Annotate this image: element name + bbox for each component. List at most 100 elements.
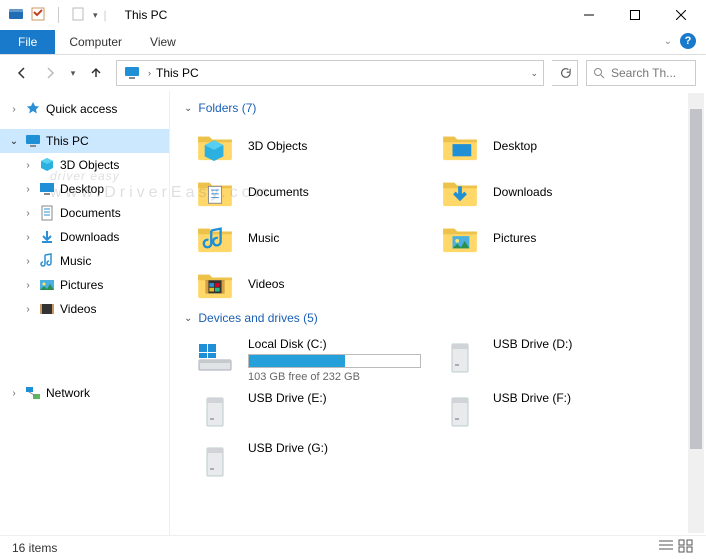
drive-icon (194, 441, 236, 483)
breadcrumb-this-pc[interactable]: This PC (154, 66, 201, 80)
view-details-icon[interactable] (658, 539, 674, 556)
folder-label: Desktop (493, 139, 537, 153)
drives-grid: Local Disk (C:)103 GB free of 232 GBUSB … (190, 333, 702, 487)
refresh-button[interactable] (552, 60, 578, 86)
folder-music[interactable]: Music (190, 215, 435, 261)
sidebar-item-music[interactable]: ›Music (0, 249, 169, 273)
chevron-down-icon[interactable]: ⌄ (184, 313, 192, 324)
qat-dropdown-icon[interactable]: ▾ (93, 10, 98, 21)
drive-label: USB Drive (G:) (248, 441, 421, 455)
search-input[interactable]: Search Th... (586, 60, 696, 86)
forward-button[interactable] (38, 61, 62, 85)
minimize-button[interactable] (566, 0, 612, 30)
properties-icon[interactable] (30, 6, 46, 25)
drive-usb-drive-d-[interactable]: USB Drive (D:) (435, 333, 680, 387)
drive-usb-drive-f-[interactable]: USB Drive (F:) (435, 387, 680, 437)
drive-usb-drive-e-[interactable]: USB Drive (E:) (190, 387, 435, 437)
chevron-right-icon[interactable]: › (22, 304, 34, 315)
sidebar-item-quick-access[interactable]: › Quick access (0, 97, 169, 121)
tab-computer[interactable]: Computer (55, 30, 136, 54)
scrollbar-thumb[interactable] (690, 109, 702, 449)
chevron-right-icon[interactable]: › (22, 208, 34, 219)
back-button[interactable] (10, 61, 34, 85)
sidebar-label: Videos (60, 302, 96, 316)
drive-icon (194, 391, 236, 433)
folder-videos[interactable]: Videos (190, 261, 435, 307)
sidebar-item-3d-objects[interactable]: ›3D Objects (0, 153, 169, 177)
view-icons-icon[interactable] (678, 539, 694, 556)
content-pane: ⌄ Folders (7) 3D Objects Desktop Documents… (170, 91, 706, 535)
navbar: ▾ › This PC ⌄ Search Th... (0, 55, 706, 91)
address-bar[interactable]: › This PC ⌄ (116, 60, 544, 86)
ribbon-expand-icon[interactable]: ⌄ (664, 36, 672, 47)
titlebar: ▾ | This PC (0, 0, 706, 30)
usage-bar (248, 354, 421, 368)
drive-label: USB Drive (D:) (493, 337, 666, 351)
folder-pictures[interactable]: Pictures (435, 215, 680, 261)
folder-icon (439, 171, 481, 213)
maximize-button[interactable] (612, 0, 658, 30)
drive-icon (439, 337, 481, 379)
chevron-down-icon[interactable]: ⌄ (184, 103, 192, 114)
folder-downloads[interactable]: Downloads (435, 169, 680, 215)
scrollbar[interactable] (688, 93, 704, 533)
folder-label: Music (248, 231, 279, 245)
tab-view[interactable]: View (136, 30, 190, 54)
sidebar-item-documents[interactable]: ›Documents (0, 201, 169, 225)
up-button[interactable] (84, 61, 108, 85)
folder-icon (38, 276, 56, 294)
drive-usb-drive-g-[interactable]: USB Drive (G:) (190, 437, 435, 487)
group-header-folders[interactable]: ⌄ Folders (7) (184, 101, 702, 115)
sidebar-item-videos[interactable]: › Videos (0, 297, 169, 321)
navigation-pane: › Quick access ⌄ This PC ›3D Objects›Des… (0, 91, 170, 535)
window-title: This PC (125, 8, 168, 22)
folder-documents[interactable]: Documents (190, 169, 435, 215)
close-button[interactable] (658, 0, 704, 30)
quick-access-icon (24, 100, 42, 118)
folder-icon (38, 228, 56, 246)
help-icon[interactable]: ? (680, 33, 696, 49)
folder-icon (194, 125, 236, 167)
folder-icon (194, 217, 236, 259)
folder-3d-objects[interactable]: 3D Objects (190, 123, 435, 169)
drive-label: USB Drive (F:) (493, 391, 666, 405)
folder-icon (38, 204, 56, 222)
chevron-right-icon[interactable]: › (8, 104, 20, 115)
group-header-label: Folders (7) (198, 101, 256, 115)
sidebar-item-this-pc[interactable]: ⌄ This PC (0, 129, 169, 153)
sidebar-item-downloads[interactable]: ›Downloads (0, 225, 169, 249)
new-folder-icon[interactable] (71, 6, 87, 25)
drive-local-disk-c-[interactable]: Local Disk (C:)103 GB free of 232 GB (190, 333, 435, 387)
folder-icon (38, 300, 56, 318)
sidebar-item-pictures[interactable]: › Pictures (0, 273, 169, 297)
search-icon (593, 67, 605, 79)
folder-label: Documents (248, 185, 309, 199)
ribbon-tabs: File Computer View ⌄ ? (0, 30, 706, 55)
folder-icon (38, 252, 56, 270)
address-history-icon[interactable]: ⌄ (527, 68, 541, 79)
chevron-right-icon[interactable]: › (22, 280, 34, 291)
chevron-right-icon[interactable]: › (145, 68, 154, 78)
folder-desktop[interactable]: Desktop (435, 123, 680, 169)
group-header-label: Devices and drives (5) (198, 311, 317, 325)
qat-separator (58, 7, 59, 23)
this-pc-icon (123, 64, 141, 82)
group-header-drives[interactable]: ⌄ Devices and drives (5) (184, 311, 702, 325)
recent-dropdown[interactable]: ▾ (66, 61, 80, 85)
chevron-right-icon[interactable]: › (8, 388, 20, 399)
folder-label: 3D Objects (248, 139, 307, 153)
this-pc-icon (24, 132, 42, 150)
chevron-right-icon[interactable]: › (22, 256, 34, 267)
sidebar-item-desktop[interactable]: ›Desktop (0, 177, 169, 201)
chevron-right-icon[interactable]: › (22, 160, 34, 171)
folder-label: Downloads (493, 185, 552, 199)
tab-file[interactable]: File (0, 30, 55, 54)
item-count: 16 items (12, 541, 57, 555)
folder-label: Videos (248, 277, 284, 291)
sidebar-label: Pictures (60, 278, 103, 292)
sidebar-item-network[interactable]: › Network (0, 381, 169, 405)
chevron-right-icon[interactable]: › (22, 232, 34, 243)
chevron-right-icon[interactable]: › (22, 184, 34, 195)
chevron-down-icon[interactable]: ⌄ (8, 136, 20, 147)
status-bar: 16 items (0, 535, 706, 559)
